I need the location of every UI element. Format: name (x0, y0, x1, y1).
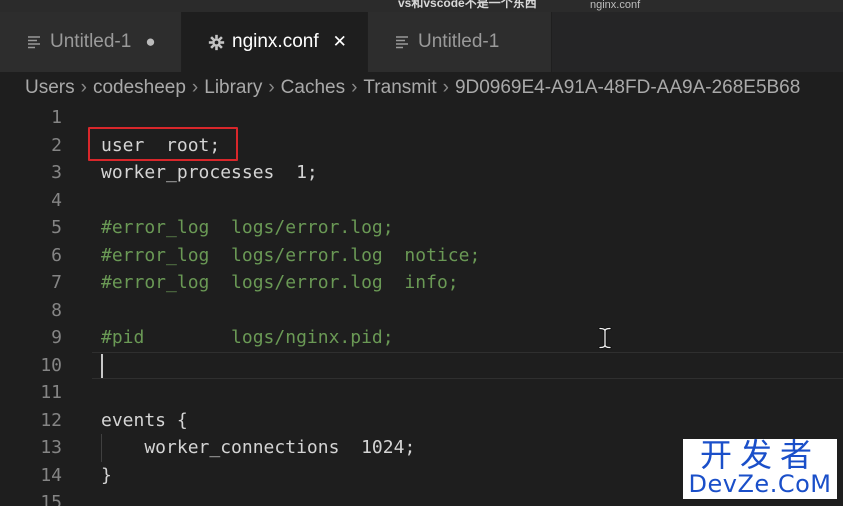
code-token: } (101, 464, 112, 486)
line-number: 1 (51, 107, 62, 128)
breadcrumb-item-library[interactable]: Library (204, 77, 262, 99)
site-watermark: 开发者 DevZe.CoM (683, 439, 837, 499)
comment-token: #pid logs/nginx.pid; (101, 327, 394, 348)
code-line[interactable]: 7 #error_log logs/error.log info; (0, 269, 843, 297)
line-number: 2 (51, 134, 62, 156)
line-number: 6 (51, 244, 62, 266)
chevron-right-icon: › (442, 77, 449, 98)
code-line[interactable]: 11 (0, 379, 843, 407)
breadcrumb-item-codesheep[interactable]: codesheep (93, 77, 186, 99)
code-line[interactable]: 6 #error_log logs/error.log notice; (0, 242, 843, 270)
chevron-right-icon: › (268, 77, 275, 98)
breadcrumb-item-folder-id[interactable]: 9D0969E4-A91A-48FD-AA9A-268E5B68 (455, 77, 800, 99)
lines-icon (392, 35, 412, 49)
comment-token: #error_log logs/error.log; (101, 217, 394, 238)
line-number: 4 (51, 189, 62, 211)
line-number: 13 (40, 437, 62, 458)
comment-token: #error_log logs/error.log info; (101, 272, 459, 293)
unsaved-dot-icon[interactable]: ● (145, 32, 155, 52)
tab-untitled-1[interactable]: Untitled-1 ● (0, 12, 182, 72)
comment-token: #error_log logs/error.log notice; (101, 244, 481, 266)
code-token: worker_processes 1 (101, 162, 307, 183)
code-text: #error_log logs/error.log notice; (101, 242, 480, 270)
code-line[interactable]: 3 worker_processes 1; (0, 159, 843, 187)
code-text: events { (101, 407, 188, 435)
line-number: 10 (40, 354, 62, 376)
close-icon[interactable]: ✕ (333, 32, 347, 52)
breadcrumb: Users › codesheep › Library › Caches › T… (0, 72, 843, 104)
line-number: 15 (40, 492, 62, 506)
code-text: } (101, 462, 112, 490)
line-number: 14 (40, 464, 62, 486)
window-title: vs和vscode不是一个东西 (398, 0, 537, 10)
code-text: #error_log logs/error.log; (101, 214, 394, 242)
code-text: #error_log logs/error.log info; (101, 269, 459, 297)
tab-label: Untitled-1 (50, 31, 132, 52)
line-number: 5 (51, 217, 62, 238)
code-text: #pid logs/nginx.pid; (101, 324, 394, 352)
chevron-right-icon: › (191, 77, 199, 98)
code-token: ; (306, 162, 318, 183)
code-line[interactable]: 5 #error_log logs/error.log; (0, 214, 843, 242)
window-file-title: nginx.conf (590, 0, 641, 11)
code-token: worker_connections 1024 (101, 437, 405, 458)
code-line[interactable]: 9 #pid logs/nginx.pid; (0, 324, 843, 352)
line-number: 7 (51, 272, 62, 293)
code-line[interactable]: 10 (0, 352, 843, 380)
code-text: worker_connections 1024; (101, 434, 415, 462)
annotation-highlight-box (88, 127, 238, 161)
tab-label: nginx.conf (232, 31, 319, 52)
indent-guide (101, 434, 102, 462)
line-number: 11 (40, 382, 62, 403)
chevron-right-icon: › (80, 77, 87, 98)
code-line[interactable]: 12 events { (0, 407, 843, 435)
breadcrumb-item-caches[interactable]: Caches (281, 77, 345, 99)
code-token: events { (101, 409, 188, 431)
tab-untitled-1-second[interactable]: Untitled-1 (368, 12, 552, 72)
line-number: 12 (40, 409, 62, 431)
code-line[interactable]: 4 (0, 187, 843, 215)
text-cursor-icon (598, 326, 612, 350)
chevron-right-icon: › (351, 77, 358, 98)
breadcrumb-item-users[interactable]: Users (25, 77, 75, 99)
code-line[interactable]: 8 (0, 297, 843, 325)
tab-nginx-conf[interactable]: nginx.conf ✕ (182, 12, 368, 72)
line-number: 9 (51, 327, 62, 348)
line-number: 8 (51, 299, 62, 321)
tab-bar: Untitled-1 ● nginx.conf ✕ Untitled-1 (0, 12, 843, 72)
code-text: worker_processes 1; (101, 159, 318, 187)
code-token: ; (404, 437, 416, 458)
line-number: 3 (51, 162, 62, 183)
gear-icon (206, 34, 226, 51)
watermark-line-1: 开发者 (699, 436, 820, 474)
watermark-line-2: DevZe.CoM (688, 470, 832, 498)
tab-label: Untitled-1 (418, 31, 500, 52)
window-titlebar: vs和vscode不是一个东西 nginx.conf (0, 0, 843, 12)
lines-icon (24, 35, 44, 49)
breadcrumb-item-transmit[interactable]: Transmit (363, 77, 436, 99)
